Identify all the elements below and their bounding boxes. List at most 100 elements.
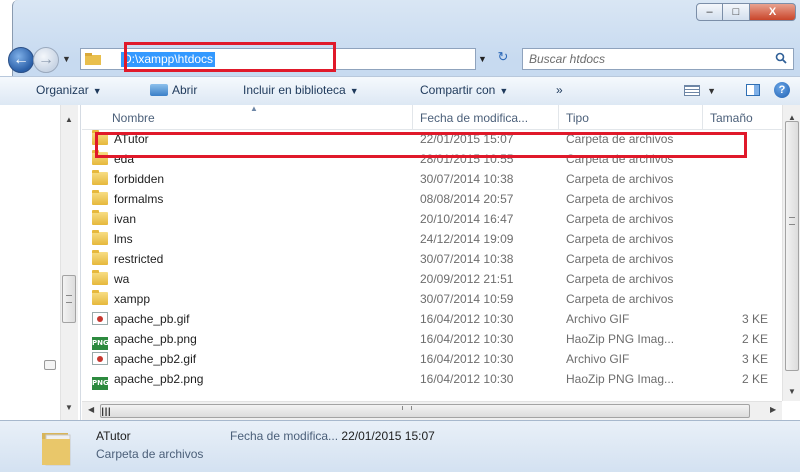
- folder-icon: [92, 190, 108, 205]
- chevron-down-icon: ▼: [92, 86, 102, 96]
- folder-icon: [92, 290, 108, 305]
- view-options-dropdown[interactable]: ▼: [707, 86, 716, 96]
- share-with-menu[interactable]: Compartir con ▼: [420, 83, 508, 97]
- large-folder-icon: [42, 433, 71, 466]
- file-row[interactable]: formalms 08/08/2014 20:57 Carpeta de archi…: [82, 189, 782, 209]
- file-row[interactable]: restricted 30/07/2014 10:38 Carpeta de arc…: [82, 249, 782, 269]
- scroll-right-icon[interactable]: ▶: [770, 405, 776, 414]
- file-date: 30/07/2014 10:38: [420, 172, 514, 186]
- file-name-label: xampp: [114, 292, 151, 306]
- column-date[interactable]: Fecha de modifica...: [420, 111, 528, 125]
- minimize-button[interactable]: –: [696, 3, 723, 21]
- file-date: 30/07/2014 10:38: [420, 252, 514, 266]
- file-type: Archivo GIF: [566, 352, 630, 366]
- more-commands-button[interactable]: »: [556, 83, 563, 97]
- refresh-button[interactable]: ↻: [492, 49, 514, 69]
- file-name[interactable]: apache_pb.gif: [92, 312, 189, 326]
- organize-label: Organizar: [36, 83, 89, 97]
- column-divider[interactable]: [412, 105, 413, 129]
- column-divider[interactable]: [702, 105, 703, 129]
- file-name[interactable]: wa: [92, 270, 129, 286]
- vertical-scroll-thumb[interactable]: [785, 121, 799, 371]
- close-button[interactable]: X: [750, 3, 796, 21]
- forward-button[interactable]: →: [33, 47, 59, 73]
- file-date: 16/04/2012 10:30: [420, 352, 514, 366]
- file-name[interactable]: formalms: [92, 190, 164, 206]
- column-header: Nombre ▲ Fecha de modifica... Tipo Tamañ…: [82, 104, 782, 130]
- file-date: 16/04/2012 10:30: [420, 332, 514, 346]
- navigation-scrollbar[interactable]: [60, 105, 78, 420]
- file-name-label: apache_pb2.png: [114, 372, 204, 386]
- file-name[interactable]: lms: [92, 230, 133, 246]
- file-type: Carpeta de archivos: [566, 212, 674, 226]
- file-size: 3 KE: [742, 352, 769, 366]
- file-date: 08/08/2014 20:57: [420, 192, 514, 206]
- preview-pane-icon[interactable]: [746, 84, 760, 96]
- horizontal-scroll-thumb[interactable]: III: [100, 404, 750, 419]
- back-button[interactable]: ←: [8, 47, 34, 73]
- include-library-menu[interactable]: Incluir en biblioteca ▼: [243, 83, 359, 97]
- open-icon: [150, 84, 168, 96]
- file-name[interactable]: apache_pb2.gif: [92, 352, 196, 366]
- png-badge-label: PNG: [92, 379, 109, 387]
- file-row[interactable]: apache_pb.gif 16/04/2012 10:30 Archivo GIF…: [82, 309, 782, 329]
- file-row[interactable]: forbidden 30/07/2014 10:38 Carpeta de arch…: [82, 169, 782, 189]
- folder-icon: [92, 270, 108, 285]
- view-options-icon[interactable]: [684, 85, 700, 96]
- folder-icon: [92, 250, 108, 265]
- file-name[interactable]: forbidden: [92, 170, 165, 186]
- file-date: 30/07/2014 10:59: [420, 292, 514, 306]
- address-dropdown[interactable]: ▼: [478, 54, 487, 64]
- search-icon[interactable]: [775, 52, 787, 64]
- file-row[interactable]: PNG apache_pb.png 16/04/2012 10:30 HaoZip P…: [82, 329, 782, 350]
- pane-splitter-handle[interactable]: [44, 360, 56, 370]
- grip-icon: [66, 295, 72, 303]
- column-type[interactable]: Tipo: [566, 111, 589, 125]
- grip-icon: [789, 217, 795, 225]
- grip-icon: [402, 406, 412, 410]
- horizontal-scrollbar[interactable]: ◀ III ▶: [82, 401, 782, 420]
- open-button[interactable]: Abrir: [150, 83, 197, 97]
- maximize-button[interactable]: □: [723, 3, 750, 21]
- file-row[interactable]: wa 20/09/2012 21:51 Carpeta de archivos: [82, 269, 782, 289]
- help-button[interactable]: ?: [774, 82, 790, 98]
- refresh-icon: ↻: [497, 49, 509, 64]
- organize-menu[interactable]: Organizar ▼: [36, 83, 102, 97]
- file-name[interactable]: xampp: [92, 290, 151, 306]
- file-name[interactable]: ivan: [92, 210, 136, 226]
- file-row[interactable]: lms 24/12/2014 19:09 Carpeta de archivos: [82, 229, 782, 249]
- address-highlight-box: [124, 42, 336, 72]
- vertical-scrollbar[interactable]: ▲ ▼: [782, 105, 800, 401]
- file-name-label: forbidden: [114, 172, 165, 186]
- file-name[interactable]: PNG apache_pb2.png: [92, 372, 203, 390]
- png-badge-label: PNG: [92, 339, 109, 347]
- column-name[interactable]: Nombre: [112, 111, 155, 125]
- file-row[interactable]: apache_pb2.gif 16/04/2012 10:30 Archivo GI…: [82, 349, 782, 369]
- search-placeholder: Buscar htdocs: [529, 52, 606, 66]
- scroll-left-icon[interactable]: ◀: [88, 405, 94, 414]
- column-divider[interactable]: [558, 105, 559, 129]
- search-input[interactable]: Buscar htdocs: [522, 48, 794, 70]
- png-file-icon: PNG: [92, 377, 109, 390]
- recent-pages-dropdown[interactable]: ▼: [62, 54, 71, 64]
- file-date: 20/10/2014 16:47: [420, 212, 514, 226]
- file-name-label: formalms: [114, 192, 164, 206]
- scroll-down-icon[interactable]: ▼: [65, 403, 73, 412]
- gif-file-icon: [92, 352, 108, 365]
- scroll-up-icon[interactable]: ▲: [65, 115, 73, 124]
- sort-ascending-icon: ▲: [250, 104, 258, 113]
- chevron-down-icon: ▼: [499, 86, 509, 96]
- file-date: 16/04/2012 10:30: [420, 312, 514, 326]
- file-row[interactable]: PNG apache_pb2.png 16/04/2012 10:30 HaoZip …: [82, 369, 782, 390]
- file-row[interactable]: xampp 30/07/2014 10:59 Carpeta de archivos: [82, 289, 782, 309]
- file-name[interactable]: restricted: [92, 250, 163, 266]
- address-row: ← → ▼ D:\xampp\htdocs ▼ ↻ Buscar htdocs: [0, 42, 800, 76]
- file-name[interactable]: PNG apache_pb.png: [92, 332, 197, 350]
- file-row[interactable]: ivan 20/10/2014 16:47 Carpeta de archivos: [82, 209, 782, 229]
- scroll-down-icon[interactable]: ▼: [788, 387, 796, 396]
- details-pane: ATutor Fecha de modifica... 22/01/2015 1…: [0, 420, 800, 472]
- caption-buttons: – □ X: [696, 3, 796, 21]
- column-size[interactable]: Tamaño: [710, 111, 753, 125]
- share-with-label: Compartir con: [420, 83, 496, 97]
- open-label: Abrir: [172, 83, 198, 97]
